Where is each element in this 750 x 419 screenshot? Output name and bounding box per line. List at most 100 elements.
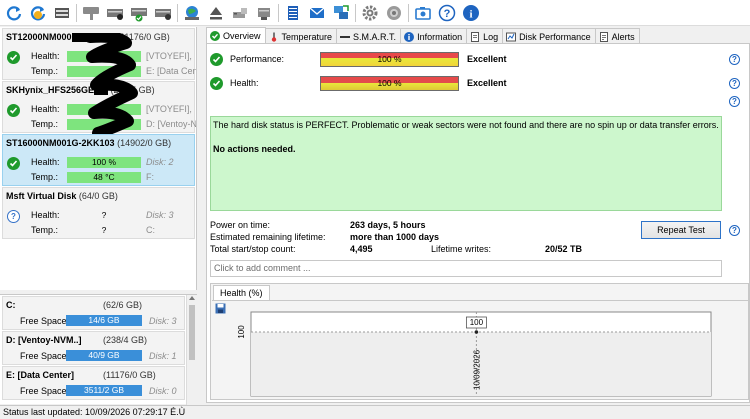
health-value: ? <box>101 210 107 220</box>
disk-item-selected[interactable]: ST16000NM001G-2KK103 (14902/0 GB) Health… <box>2 134 195 186</box>
drive-ok-icon[interactable] <box>104 2 125 23</box>
performance-bar: 100 % <box>320 52 459 67</box>
remaining-lifetime-value: more than 1000 days <box>350 232 440 242</box>
volume-item[interactable]: C: (62/6 GB) Free Space 14/6 GB Disk: 3 <box>2 296 185 330</box>
disk-volumes: [VTOYEFI], <box>146 51 192 61</box>
performance-icon <box>506 32 517 42</box>
volume-capacity: (62/6 GB) <box>103 300 143 310</box>
disk-item[interactable]: Msft Virtual Disk (64/0 GB) ? Health: ? … <box>2 187 195 239</box>
network-icon[interactable] <box>330 2 351 23</box>
start-stop-label: Total start/stop count: <box>210 244 296 254</box>
help-icon[interactable]: ? <box>729 225 740 236</box>
disk-volumes: F: <box>146 172 154 182</box>
toolbar-separator <box>76 3 77 22</box>
ok-status-icon <box>7 157 20 170</box>
tab-label: Overview <box>223 31 261 41</box>
health-label: Health: <box>230 78 259 88</box>
tab-smart[interactable]: S.M.A.R.T. <box>336 28 402 44</box>
toolbar-separator <box>177 3 178 22</box>
disk-volumes: [VTOYEFI], <box>146 104 192 114</box>
svg-text:?: ? <box>443 8 450 20</box>
drive-icon[interactable] <box>51 2 72 23</box>
network-drive-icon[interactable] <box>253 2 274 23</box>
power-on-label: Power on time: <box>210 220 271 230</box>
disk-title: Msft Virtual Disk (64/0 GB) <box>6 191 118 201</box>
disk-title: ST16000NM001G-2KK103 (14902/0 GB) <box>6 138 172 148</box>
check-icon <box>210 77 223 90</box>
main-panel: Overview Temperature S.M.A.R.T. Informat… <box>202 27 750 403</box>
svg-text:i: i <box>469 8 472 20</box>
disk-volumes: E: [Data Center <box>146 66 196 76</box>
power-on-value: 263 days, 5 hours <box>350 220 426 230</box>
volume-item[interactable]: E: [Data Center] (11176/0 GB) Free Space… <box>2 366 185 400</box>
repeat-test-button[interactable]: Repeat Test <box>641 221 721 239</box>
globe-drive-icon[interactable] <box>181 2 202 23</box>
temp-label: Temp.: <box>31 225 59 235</box>
health-label: Health: <box>31 210 60 220</box>
speaker-icon[interactable] <box>383 2 404 23</box>
tab-information[interactable]: Information <box>400 28 468 44</box>
eject-icon[interactable] <box>205 2 226 23</box>
drive-eject-icon[interactable] <box>152 2 173 23</box>
status-text: The hard disk status is PERFECT. Problem… <box>213 120 719 130</box>
drive-check-icon[interactable] <box>128 2 149 23</box>
alerts-icon <box>599 31 609 42</box>
tab-label: S.M.A.R.T. <box>353 31 397 42</box>
data-point <box>474 330 479 334</box>
tab-bar: Overview Temperature S.M.A.R.T. Informat… <box>206 27 640 44</box>
volume-list: C: (62/6 GB) Free Space 14/6 GB Disk: 3 … <box>0 294 197 405</box>
toolbar-separator <box>278 3 279 22</box>
volume-scrollbar[interactable] <box>186 295 197 405</box>
tab-alerts[interactable]: Alerts <box>594 28 640 44</box>
toolbar-separator <box>408 3 409 22</box>
tab-label: Temperature <box>281 31 333 42</box>
performance-rating: Excellent <box>467 54 507 64</box>
check-icon <box>210 53 223 66</box>
toolbar-separator <box>355 3 356 22</box>
temp-label: Temp.: <box>31 172 59 182</box>
health-label: Health: <box>31 157 60 167</box>
status-message-box: The hard disk status is PERFECT. Problem… <box>210 116 722 211</box>
tab-health-percent[interactable]: Health (%) <box>213 285 270 301</box>
info-icon[interactable]: i <box>460 2 481 23</box>
free-space-label: Free Space <box>20 316 67 326</box>
health-label: Health: <box>31 51 60 61</box>
help-icon[interactable]: ? <box>436 2 457 23</box>
tab-log[interactable]: Log <box>466 28 504 44</box>
settings-icon[interactable] <box>359 2 380 23</box>
refresh-icon[interactable] <box>3 2 24 23</box>
health-bar: 100 % <box>320 76 459 91</box>
volume-name: D: [Ventoy-NVM..] <box>6 335 82 345</box>
start-stop-value: 4,495 <box>350 244 373 254</box>
lifetime-writes-value: 20/52 TB <box>545 244 583 254</box>
temp-label: Temp.: <box>31 66 59 76</box>
free-space-bar: 40/9 GB <box>66 350 142 361</box>
screenshot-icon[interactable] <box>412 2 433 23</box>
volume-capacity: (11176/0 GB) <box>103 370 156 380</box>
disk-number: Disk: 2 <box>146 157 174 167</box>
overview-content: Performance: 100 % Excellent ? Health: 1… <box>206 43 750 403</box>
tab-temperature[interactable]: Temperature <box>264 28 338 44</box>
free-space-bar: 3511/2 GB <box>66 385 142 396</box>
temp-value: ? <box>101 225 107 235</box>
help-icon[interactable]: ? <box>729 78 740 89</box>
volume-disk: Disk: 0 <box>149 386 177 396</box>
volume-item[interactable]: D: [Ventoy-NVM..] (238/4 GB) Free Space … <box>2 331 185 365</box>
notepad-icon[interactable] <box>282 2 303 23</box>
temp-bar: 48 °C <box>67 172 141 183</box>
help-icon[interactable]: ? <box>729 96 740 107</box>
help-icon[interactable]: ? <box>729 54 740 65</box>
refresh-selected-icon[interactable] <box>27 2 48 23</box>
mail-icon[interactable] <box>306 2 327 23</box>
tab-label: Disk Performance <box>519 31 591 42</box>
comment-input[interactable]: Click to add comment ... <box>210 260 722 277</box>
tab-overview[interactable]: Overview <box>206 27 266 44</box>
health-chart-panel: Health (%) 100 10/09/2026 100 <box>210 283 749 400</box>
health-chart: 100 10/09/2026 100 <box>237 311 712 397</box>
usb-drive-icon[interactable] <box>229 2 250 23</box>
tab-label: Information <box>417 31 463 42</box>
log-icon <box>470 31 480 42</box>
health-bar: 100 % <box>67 157 141 168</box>
spindown-icon[interactable] <box>80 2 101 23</box>
tab-disk-performance[interactable]: Disk Performance <box>502 28 596 44</box>
